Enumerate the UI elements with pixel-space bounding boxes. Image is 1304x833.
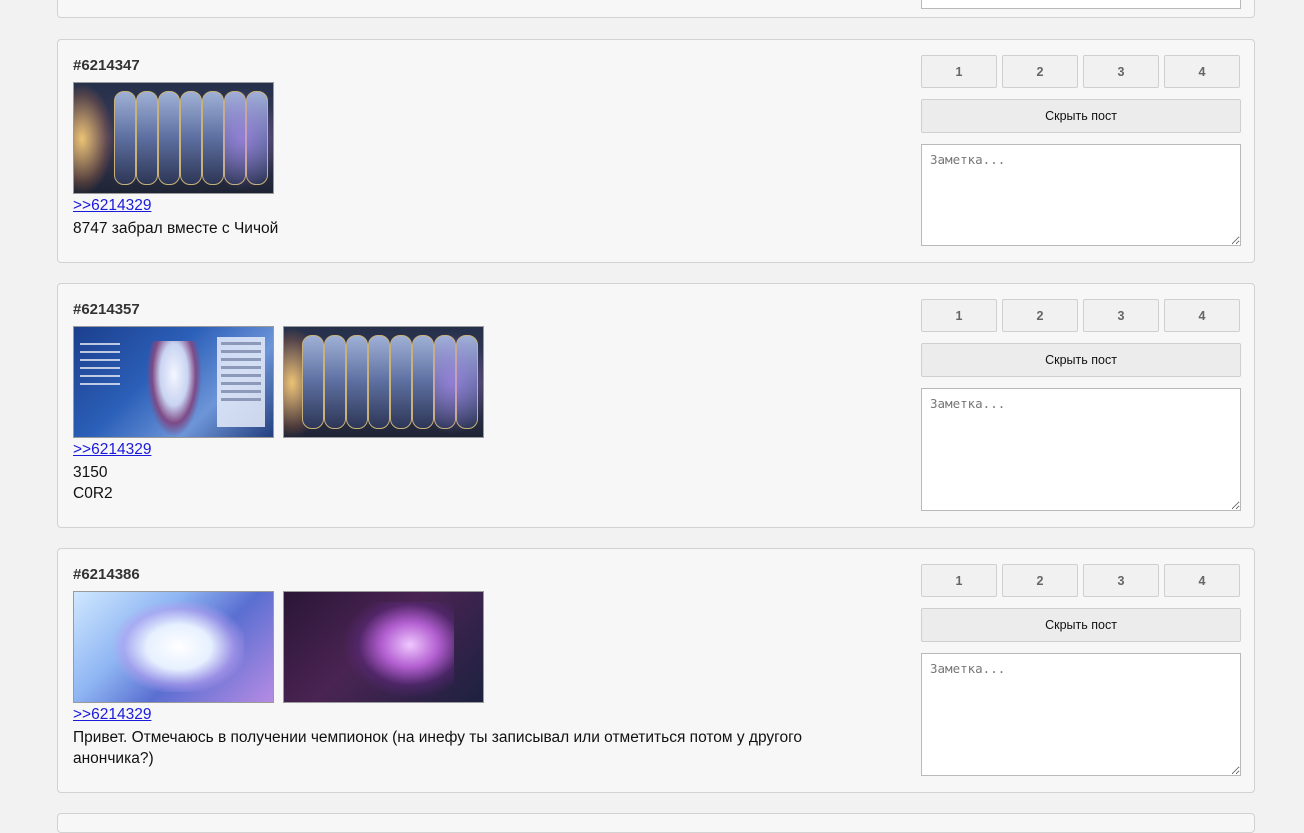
previous-post-card-partial — [57, 0, 1255, 18]
rate-button-1[interactable]: 1 — [921, 55, 997, 88]
rate-button-1[interactable]: 1 — [921, 299, 997, 332]
image-content — [114, 602, 244, 692]
rate-button-2[interactable]: 2 — [1002, 299, 1078, 332]
image-content — [434, 327, 483, 437]
reply-link[interactable]: >>6214329 — [73, 706, 151, 724]
hide-post-button[interactable]: Скрыть пост — [921, 99, 1241, 133]
hide-post-button[interactable]: Скрыть пост — [921, 608, 1241, 642]
weapon-card — [158, 91, 180, 185]
note-input-partial[interactable] — [921, 0, 1241, 9]
rating-buttons: 1 2 3 4 — [921, 299, 1241, 332]
post-card: #6214357 >>6214329 3150 C0R2 1 2 3 4 Скр… — [57, 283, 1255, 528]
post-controls: 1 2 3 4 Скрыть пост — [921, 55, 1241, 246]
image-content — [217, 337, 265, 427]
post-controls: 1 2 3 4 Скрыть пост — [921, 564, 1241, 776]
post-number: #6214386 — [73, 566, 140, 583]
rate-button-4[interactable]: 4 — [1164, 55, 1240, 88]
rate-button-2[interactable]: 2 — [1002, 564, 1078, 597]
weapon-card — [412, 335, 434, 429]
weapon-card — [346, 335, 368, 429]
post-images — [73, 591, 484, 703]
weapon-card — [202, 91, 224, 185]
post-number: #6214357 — [73, 301, 140, 318]
image-content — [146, 341, 202, 437]
post-card: #6214347 >>6214329 8747 забрал вместе с … — [57, 39, 1255, 263]
weapon-card — [136, 91, 158, 185]
image-thumbnail[interactable] — [73, 591, 274, 703]
weapon-card — [180, 91, 202, 185]
post-card: #6214386 >>6214329 Привет. Отмечаюсь в п… — [57, 548, 1255, 793]
post-text-line: Привет. Отмечаюсь в получении чемпионок … — [73, 729, 803, 767]
note-input[interactable] — [921, 144, 1241, 246]
rate-button-3[interactable]: 3 — [1083, 564, 1159, 597]
rate-button-4[interactable]: 4 — [1164, 564, 1240, 597]
post-number: #6214347 — [73, 57, 140, 74]
weapon-card — [390, 335, 412, 429]
post-images — [73, 326, 484, 438]
image-thumbnail[interactable] — [283, 591, 484, 703]
post-text-line: 8747 забрал вместе с Чичой — [73, 220, 279, 237]
rating-buttons: 1 2 3 4 — [921, 564, 1241, 597]
post-controls: 1 2 3 4 Скрыть пост — [921, 299, 1241, 511]
image-thumbnail[interactable] — [73, 82, 274, 194]
post-images — [73, 82, 274, 194]
image-content — [74, 83, 114, 193]
rate-button-4[interactable]: 4 — [1164, 299, 1240, 332]
reply-link[interactable]: >>6214329 — [73, 441, 151, 459]
weapon-card — [114, 91, 136, 185]
rate-button-3[interactable]: 3 — [1083, 299, 1159, 332]
next-post-card-partial — [57, 813, 1255, 833]
weapon-card — [302, 335, 324, 429]
note-input[interactable] — [921, 653, 1241, 776]
image-content — [344, 602, 454, 697]
image-content — [224, 83, 273, 193]
weapon-card — [324, 335, 346, 429]
post-text-line: C0R2 — [73, 485, 113, 502]
note-input[interactable] — [921, 388, 1241, 511]
image-thumbnail[interactable] — [283, 326, 484, 438]
rate-button-2[interactable]: 2 — [1002, 55, 1078, 88]
reply-link[interactable]: >>6214329 — [73, 197, 151, 215]
rate-button-1[interactable]: 1 — [921, 564, 997, 597]
rate-button-3[interactable]: 3 — [1083, 55, 1159, 88]
hide-post-button[interactable]: Скрыть пост — [921, 343, 1241, 377]
post-text: 3150 C0R2 — [73, 462, 843, 504]
post-text-line: 3150 — [73, 464, 108, 481]
image-thumbnail[interactable] — [73, 326, 274, 438]
post-text: Привет. Отмечаюсь в получении чемпионок … — [73, 727, 843, 769]
weapon-card — [368, 335, 390, 429]
image-content — [80, 337, 120, 397]
rating-buttons: 1 2 3 4 — [921, 55, 1241, 88]
post-text: 8747 забрал вместе с Чичой — [73, 218, 843, 239]
